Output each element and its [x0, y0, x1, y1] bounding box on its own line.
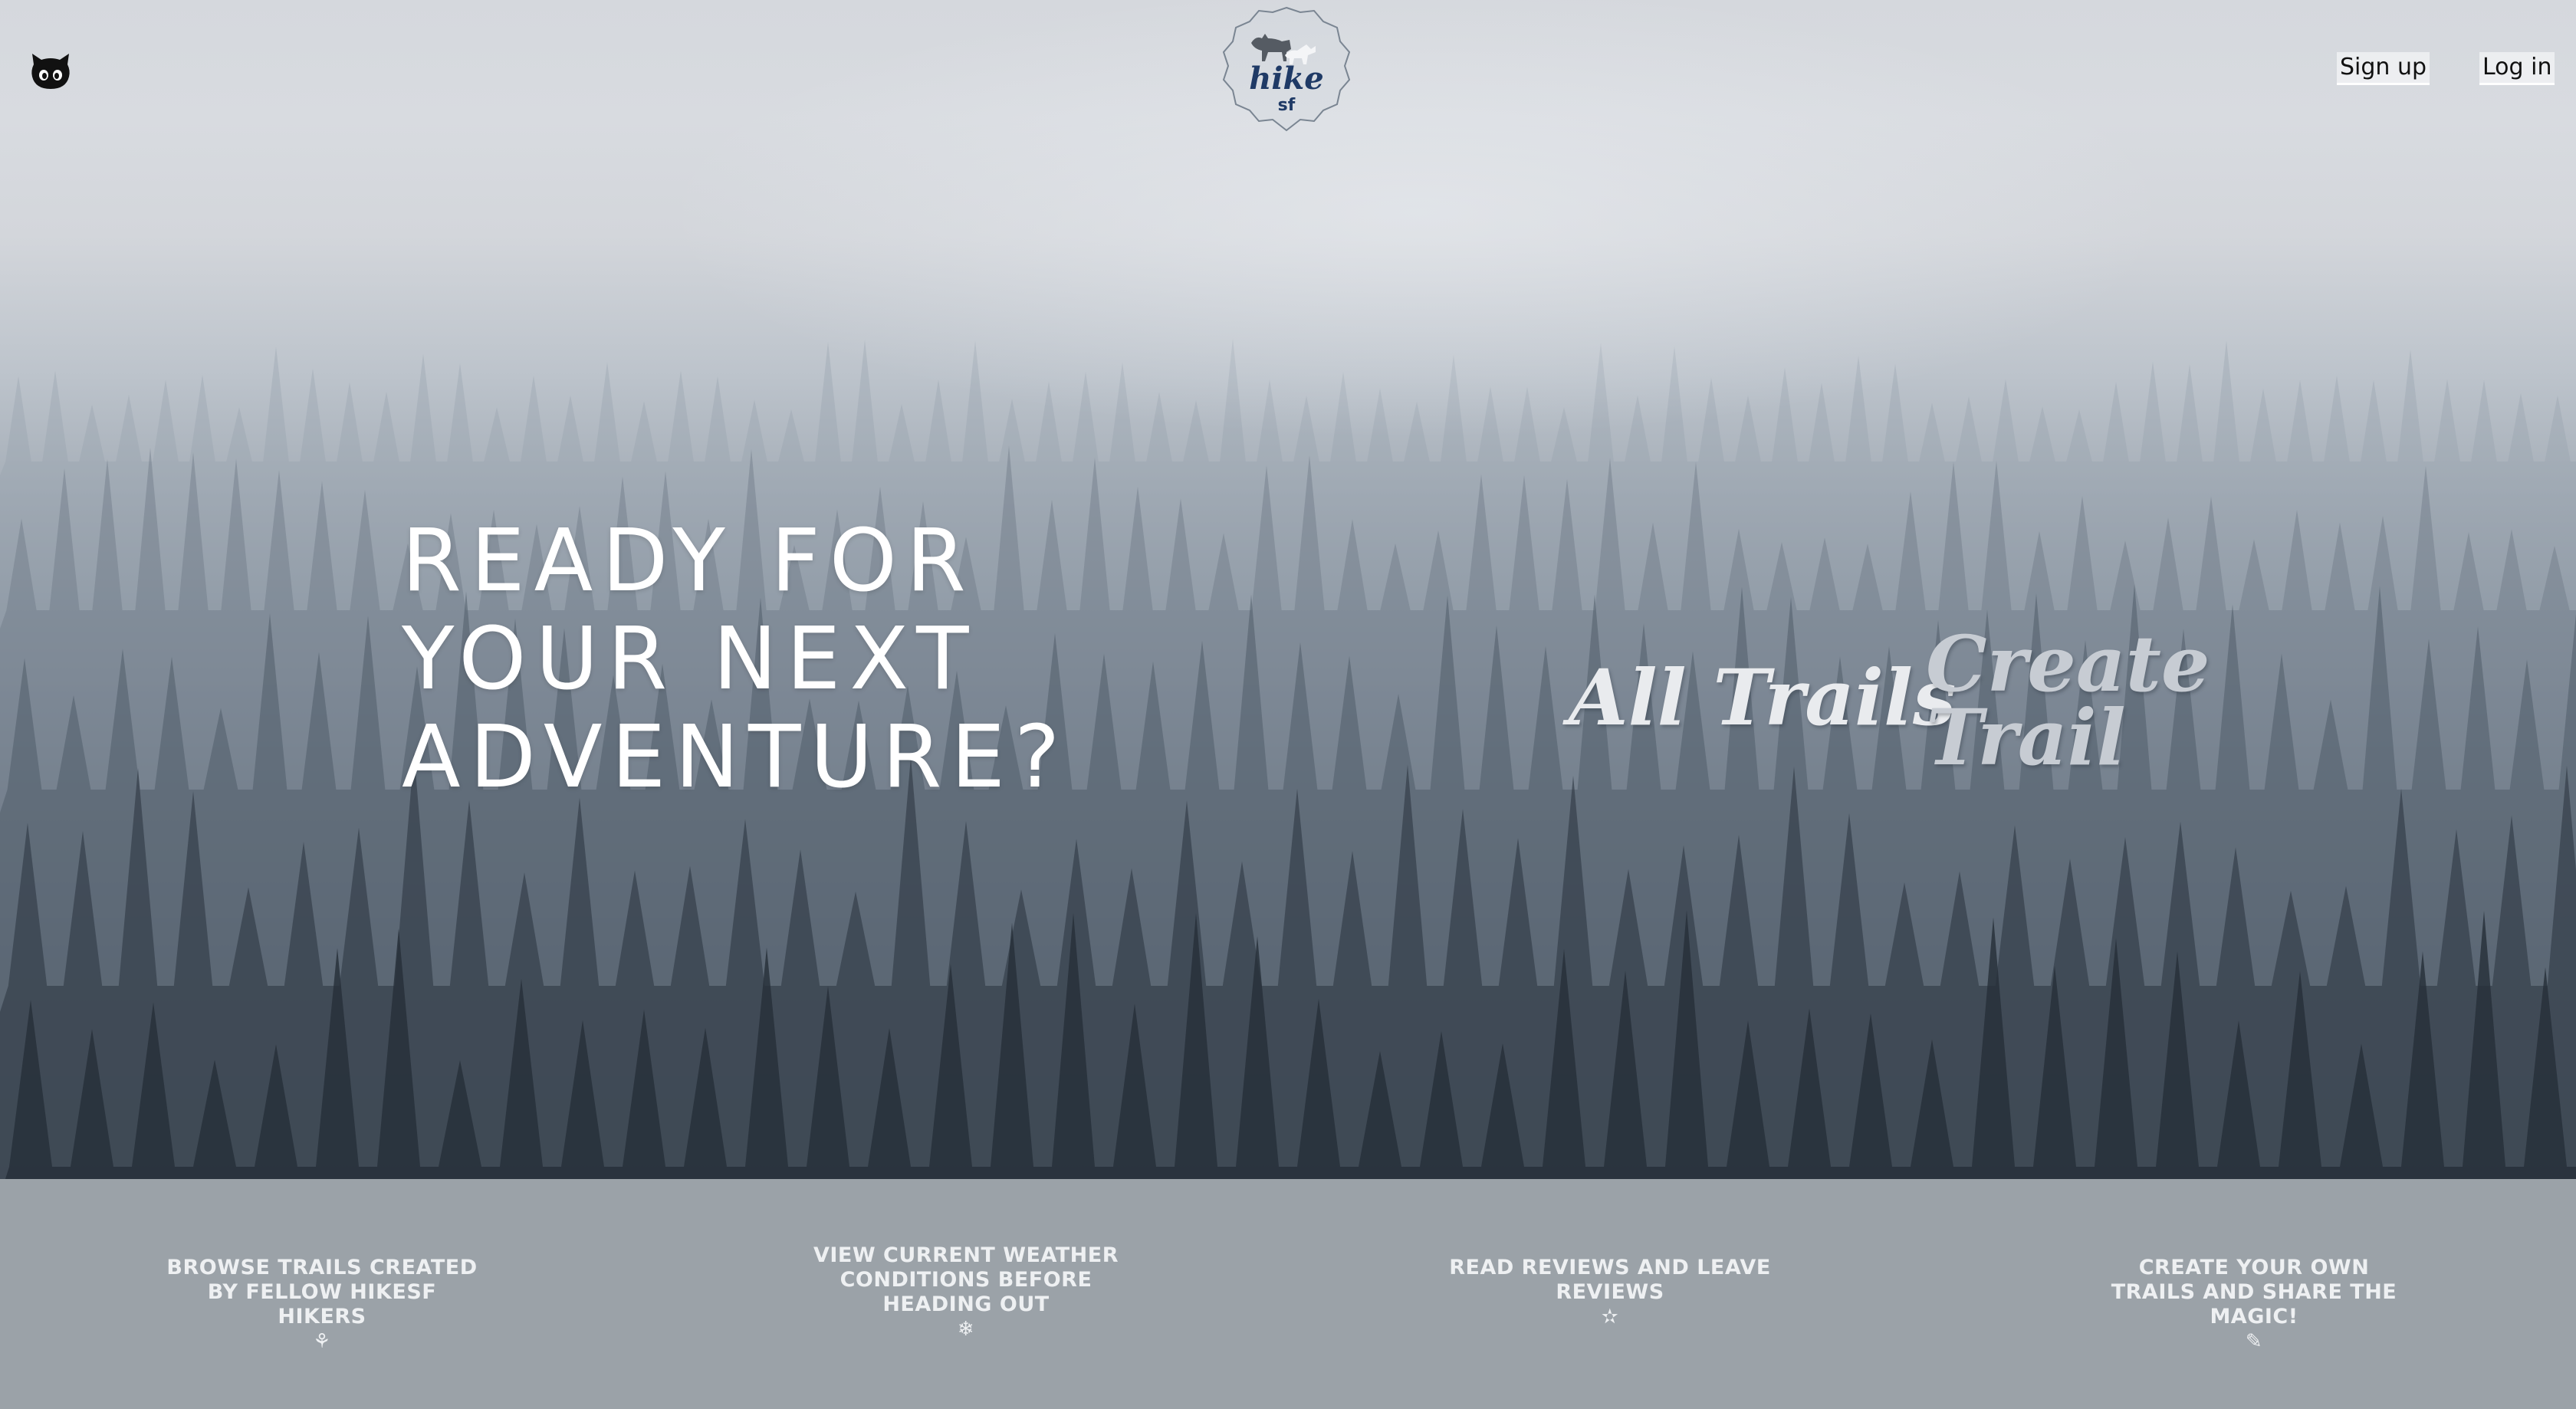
feature-reviews: READ REVIEWS AND LEAVE REVIEWS ✫ — [1449, 1256, 1771, 1329]
feature-create-trails: CREATE YOUR OWN TRAILS AND SHARE THE MAG… — [2093, 1256, 2415, 1354]
feature-text: BROWSE TRAILS CREATED BY FELLOW HIKESF H… — [166, 1256, 478, 1329]
snowflake-icon: ❄ — [957, 1318, 975, 1341]
headline-line: READY FOR — [402, 511, 975, 611]
headline-line: ADVENTURE? — [402, 708, 1070, 807]
signup-link[interactable]: Sign up — [2337, 52, 2430, 85]
hero-background — [0, 0, 2576, 1179]
headline-line: YOUR NEXT — [402, 609, 978, 709]
feature-weather: VIEW CURRENT WEATHER CONDITIONS BEFORE H… — [805, 1243, 1127, 1342]
hero-headline: READY FOR YOUR NEXT ADVENTURE? — [402, 512, 1168, 806]
sprout-icon: ⚘ — [313, 1330, 331, 1353]
pencil-icon: ✎ — [2245, 1330, 2263, 1353]
feature-text: READ REVIEWS AND LEAVE REVIEWS — [1449, 1256, 1771, 1304]
hikesf-logo[interactable]: hike sf — [1221, 5, 1352, 136]
feature-text: CREATE YOUR OWN TRAILS AND SHARE THE MAG… — [2111, 1256, 2397, 1329]
feature-text: VIEW CURRENT WEATHER CONDITIONS BEFORE H… — [813, 1243, 1119, 1316]
create-trail-link[interactable]: Create Trail — [1926, 626, 2210, 776]
logo-sub: sf — [1278, 96, 1296, 115]
github-icon[interactable] — [29, 51, 72, 90]
logo-word: hike — [1249, 61, 1323, 97]
star-icon: ✫ — [1601, 1306, 1619, 1329]
login-link[interactable]: Log in — [2479, 52, 2555, 85]
feature-browse-trails: BROWSE TRAILS CREATED BY FELLOW HIKESF H… — [161, 1256, 483, 1354]
fog-overlay — [0, 0, 2576, 1179]
all-trails-link[interactable]: All Trails — [1569, 652, 1956, 744]
